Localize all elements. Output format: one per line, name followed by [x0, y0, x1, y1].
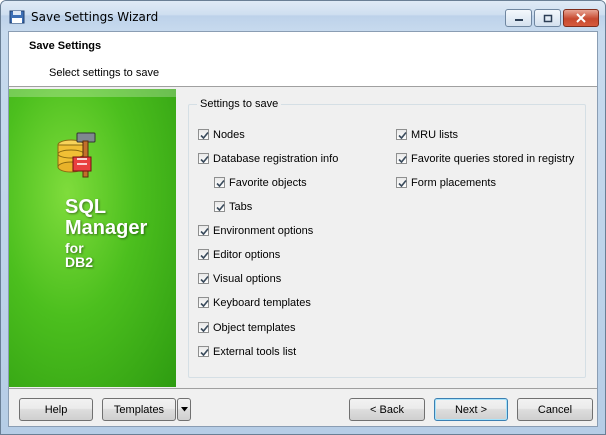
checkmark-icon	[200, 348, 209, 357]
checkbox-label: Database registration info	[213, 152, 339, 165]
settings-panel: Settings to save Nodes Database registra…	[176, 89, 597, 387]
banner-highlight	[9, 89, 176, 97]
save-settings-app-icon	[9, 10, 25, 24]
checkbox-label: Favorite objects	[229, 176, 307, 189]
back-button[interactable]: < Back	[349, 398, 425, 421]
checkbox-tabs[interactable]: Tabs	[214, 199, 252, 214]
page-subtitle: Select settings to save	[49, 67, 160, 79]
checkbox-box[interactable]	[198, 129, 209, 140]
checkbox-label: MRU lists	[411, 128, 459, 141]
minimize-icon	[514, 19, 523, 21]
product-banner: SQL Manager for DB2	[9, 89, 176, 387]
banner-line-db2: DB2	[65, 254, 94, 270]
checkbox-box[interactable]	[396, 129, 407, 140]
checkmark-icon	[216, 203, 225, 212]
checkbox-visual-options[interactable]: Visual options	[198, 271, 281, 286]
maximize-icon	[543, 14, 552, 22]
checkbox-environment-options[interactable]: Environment options	[198, 223, 313, 238]
checkbox-box[interactable]	[198, 322, 209, 333]
close-icon	[576, 13, 586, 23]
cancel-button[interactable]: Cancel	[517, 398, 593, 421]
checkmark-icon	[200, 155, 209, 164]
banner-line-sql: SQL	[65, 196, 107, 218]
templates-dropdown-button[interactable]	[177, 398, 191, 421]
database-hammer-icon	[57, 132, 96, 178]
checkmark-icon	[200, 275, 209, 284]
cancel-button-label: Cancel	[537, 403, 573, 416]
checkbox-box[interactable]	[198, 346, 209, 357]
checkbox-box[interactable]	[214, 177, 225, 188]
checkbox-label: Keyboard templates	[213, 296, 311, 309]
checkbox-box[interactable]	[214, 201, 225, 212]
checkbox-label: Editor options	[213, 248, 281, 261]
help-button[interactable]: Help	[19, 398, 93, 421]
next-button[interactable]: Next >	[434, 398, 508, 421]
checkbox-nodes[interactable]: Nodes	[198, 127, 245, 142]
checkbox-box[interactable]	[198, 249, 209, 260]
footer-divider	[9, 388, 597, 389]
checkbox-favorite-objects[interactable]: Favorite objects	[214, 175, 307, 190]
wizard-header: Save Settings Select settings to save	[9, 32, 597, 87]
checkbox-label: Nodes	[213, 128, 245, 141]
next-button-label: Next >	[454, 403, 488, 416]
checkbox-mru-lists[interactable]: MRU lists	[396, 127, 458, 142]
settings-groupbox: Settings to save Nodes Database registra…	[188, 98, 586, 378]
checkbox-label: Tabs	[229, 200, 253, 213]
close-button[interactable]	[563, 9, 599, 27]
checkmark-icon	[398, 131, 407, 140]
checkbox-label: External tools list	[213, 345, 297, 358]
templates-button[interactable]: Templates	[102, 398, 176, 421]
checkmark-icon	[200, 324, 209, 333]
wizard-window: Save Settings Wizard Save Settings Selec…	[0, 0, 606, 435]
checkbox-database-registration-info[interactable]: Database registration info	[198, 151, 338, 166]
window-title: Save Settings Wizard	[31, 10, 159, 24]
checkmark-icon	[200, 299, 209, 308]
checkmark-icon	[398, 155, 407, 164]
checkbox-label: Form placements	[411, 176, 496, 189]
checkbox-label: Favorite queries stored in registry	[411, 152, 575, 165]
title-bar[interactable]: Save Settings Wizard	[1, 1, 605, 31]
checkbox-box[interactable]	[198, 273, 209, 284]
checkmark-icon	[200, 251, 209, 260]
triangle-down-icon	[180, 407, 188, 412]
checkbox-label: Environment options	[213, 224, 314, 237]
checkmark-icon	[200, 131, 209, 140]
checkbox-box[interactable]	[198, 153, 209, 164]
banner-product-name: SQL Manager for DB2	[65, 197, 147, 269]
banner-line-manager: Manager	[65, 217, 148, 239]
wizard-client-area: Save Settings Select settings to save SQ…	[8, 31, 598, 427]
checkbox-label: Visual options	[213, 272, 282, 285]
checkbox-editor-options[interactable]: Editor options	[198, 247, 280, 262]
page-title: Save Settings	[29, 40, 102, 52]
help-button-label: Help	[44, 403, 68, 416]
checkmark-icon	[216, 179, 225, 188]
checkbox-box[interactable]	[396, 177, 407, 188]
checkmark-icon	[398, 179, 407, 188]
back-button-label: < Back	[370, 403, 404, 416]
groupbox-legend: Settings to save	[197, 98, 282, 110]
checkbox-favorite-queries-stored-in-registry[interactable]: Favorite queries stored in registry	[396, 151, 574, 166]
checkbox-box[interactable]	[396, 153, 407, 164]
checkbox-box[interactable]	[198, 225, 209, 236]
checkbox-keyboard-templates[interactable]: Keyboard templates	[198, 295, 311, 310]
templates-button-label: Templates	[113, 403, 165, 416]
checkbox-form-placements[interactable]: Form placements	[396, 175, 496, 190]
banner-line-for: for	[65, 240, 84, 256]
checkbox-object-templates[interactable]: Object templates	[198, 320, 296, 335]
checkbox-external-tools-list[interactable]: External tools list	[198, 344, 296, 359]
maximize-button[interactable]	[534, 9, 561, 27]
checkbox-label: Object templates	[213, 321, 296, 334]
checkmark-icon	[200, 227, 209, 236]
minimize-button[interactable]	[505, 9, 532, 27]
checkbox-box[interactable]	[198, 297, 209, 308]
